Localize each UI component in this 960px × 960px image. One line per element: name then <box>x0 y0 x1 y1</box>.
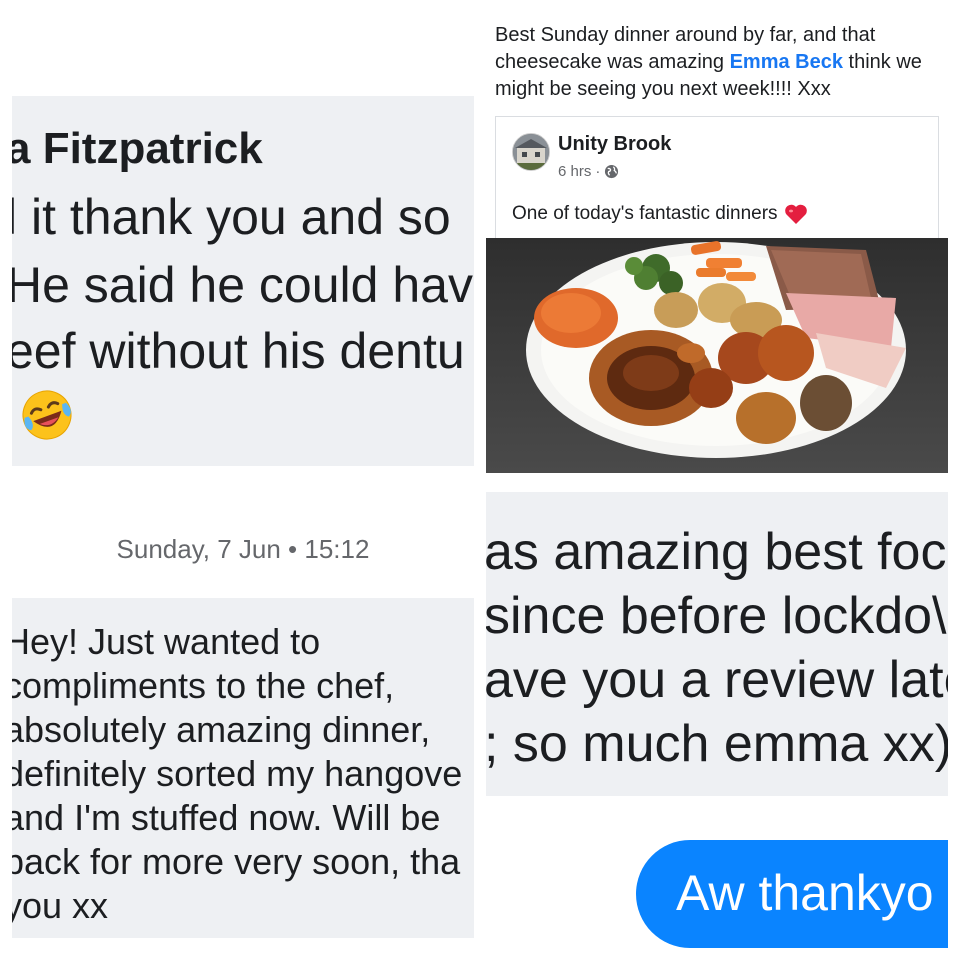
post-time[interactable]: 6 hrs <box>558 163 591 180</box>
comment-line: l it thank you and so <box>12 189 451 245</box>
message-line: absolutely amazing dinner, <box>12 709 431 750</box>
message-line: definitely sorted my hangove <box>12 753 463 794</box>
facebook-post-panel: Best Sunday dinner around by far, and th… <box>486 12 948 480</box>
message-line: you xx <box>12 885 109 926</box>
post-meta: 6 hrs · <box>558 163 619 180</box>
reply-text: Aw thankyo <box>676 865 934 921</box>
meta-separator: · <box>595 163 601 180</box>
comment-line: He said he could hav <box>12 257 473 313</box>
message-screenshot-panel: Sunday, 7 Jun • 15:12 Hey! Just wanted t… <box>12 488 474 948</box>
message-line: ave you a review late <box>486 651 948 709</box>
comment-screenshot-panel: a Fitzpatrick l it thank you and so He s… <box>12 12 474 480</box>
message-timestamp: Sunday, 7 Jun • 15:12 <box>116 534 370 564</box>
message-line: since before lockdo\ <box>486 587 947 645</box>
message-line: Hey! Just wanted to <box>12 621 321 662</box>
mention-link[interactable]: Emma Beck <box>730 51 843 73</box>
post-text: Best Sunday dinner around by far, and th… <box>495 22 940 103</box>
outgoing-reply-bubble[interactable]: Aw thankyo <box>636 840 948 948</box>
post-caption: One of today's fantastic dinners <box>512 203 808 225</box>
red-heart-icon <box>784 204 807 224</box>
caption-text: One of today's fantastic dinners <box>512 203 778 224</box>
shared-post-card[interactable]: Unity Brook 6 hrs · One of today's fanta… <box>495 116 939 239</box>
message-line: back for more very soon, tha <box>12 841 461 882</box>
message-line: as amazing best foc <box>486 523 947 581</box>
roast-dinner-photo[interactable] <box>486 238 948 473</box>
building-photo-icon <box>513 134 549 170</box>
message-bubble: Hey! Just wanted to compliments to the c… <box>12 598 474 938</box>
globe-icon <box>605 164 619 179</box>
message-text: Hey! Just wanted to compliments to the c… <box>12 620 474 928</box>
commenter-name: a Fitzpatrick <box>12 124 263 173</box>
comment-line: eef without his dentu <box>12 323 465 379</box>
laughing-crying-emoji-icon <box>22 390 72 440</box>
message-line: and I'm stuffed now. Will be <box>12 797 441 838</box>
avatar[interactable] <box>512 133 550 171</box>
chat-screenshot-panel: as amazing best foc since before lockdo\… <box>486 488 948 948</box>
message-line: compliments to the chef, <box>12 665 395 706</box>
comment-bubble: a Fitzpatrick l it thank you and so He s… <box>12 96 474 466</box>
incoming-message-bubble: as amazing best foc since before lockdo\… <box>486 492 948 796</box>
message-line: ; so much emma xx) <box>486 715 948 773</box>
post-author[interactable]: Unity Brook <box>558 133 671 156</box>
